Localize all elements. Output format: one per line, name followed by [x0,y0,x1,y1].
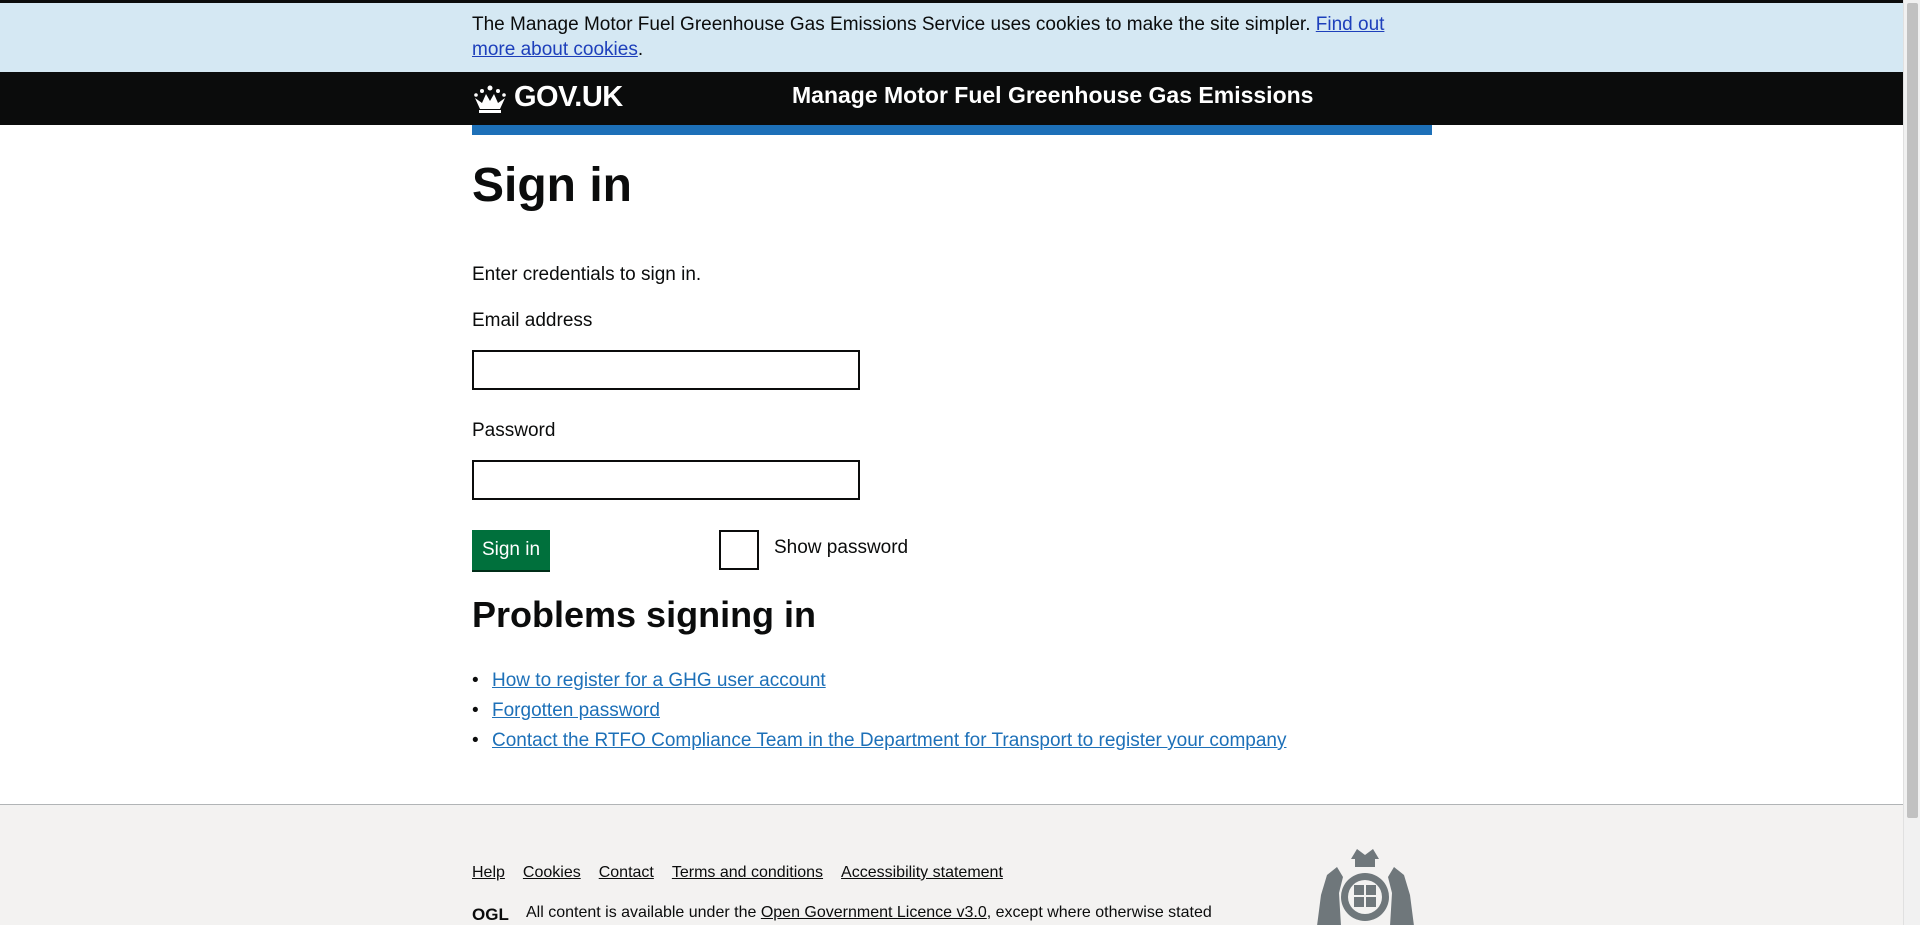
cookie-banner: The Manage Motor Fuel Greenhouse Gas Emi… [0,3,1903,72]
footer-links: Help Cookies Contact Terms and condition… [472,864,1003,882]
royal-coat-of-arms-icon [1317,849,1414,925]
ogl-logo-text: OGL [472,905,509,922]
list-item: How to register for a GHG user account [472,666,1286,696]
password-field[interactable] [472,460,860,500]
email-label: Email address [472,310,593,331]
ogl-licence-link[interactable]: Open Government Licence v3.0 [761,904,987,922]
password-label: Password [472,420,556,441]
forgotten-password-link[interactable]: Forgotten password [492,700,660,721]
footer-link-cookies[interactable]: Cookies [523,864,581,882]
licence-statement: OGL All content is available under the O… [472,904,1212,922]
show-password-checkbox[interactable] [719,530,759,570]
show-password-label[interactable]: Show password [774,537,908,559]
problems-links-list: How to register for a GHG user account F… [472,666,1286,756]
govuk-logo-link[interactable]: GOV.UK [472,81,623,114]
page-title: Sign in [472,159,632,212]
page-lead: Enter credentials to sign in. [472,264,702,285]
scrollbar-thumb[interactable] [1907,3,1918,818]
footer-link-contact[interactable]: Contact [599,864,654,882]
footer-link-accessibility[interactable]: Accessibility statement [841,864,1003,882]
cookie-banner-message: The Manage Motor Fuel Greenhouse Gas Emi… [472,14,1316,35]
list-item: Contact the RTFO Compliance Team in the … [472,726,1286,756]
licence-prefix: All content is available under the [526,904,757,921]
footer-link-terms[interactable]: Terms and conditions [672,864,823,882]
page-scrollbar[interactable] [1903,0,1920,925]
site-header: GOV.UK Manage Motor Fuel Greenhouse Gas … [0,72,1903,125]
crown-icon [474,85,506,113]
cookie-banner-suffix: . [637,39,644,60]
header-accent-bar [472,125,1432,135]
list-item: Forgotten password [472,696,1286,726]
sign-in-button[interactable]: Sign in [472,530,550,570]
site-footer: Help Cookies Contact Terms and condition… [0,804,1903,925]
problems-heading: Problems signing in [472,594,817,635]
ogl-logo-icon: OGL [472,905,509,922]
footer-link-help[interactable]: Help [472,864,505,882]
govuk-logo-text: GOV.UK [514,81,623,113]
licence-suffix: , except where otherwise stated [986,904,1212,921]
cookie-banner-text: The Manage Motor Fuel Greenhouse Gas Emi… [472,12,1412,62]
contact-rtfo-link[interactable]: Contact the RTFO Compliance Team in the … [492,730,1286,751]
register-account-link[interactable]: How to register for a GHG user account [492,670,826,691]
email-field[interactable] [472,350,860,390]
service-name-link[interactable]: Manage Motor Fuel Greenhouse Gas Emissio… [792,82,1313,109]
